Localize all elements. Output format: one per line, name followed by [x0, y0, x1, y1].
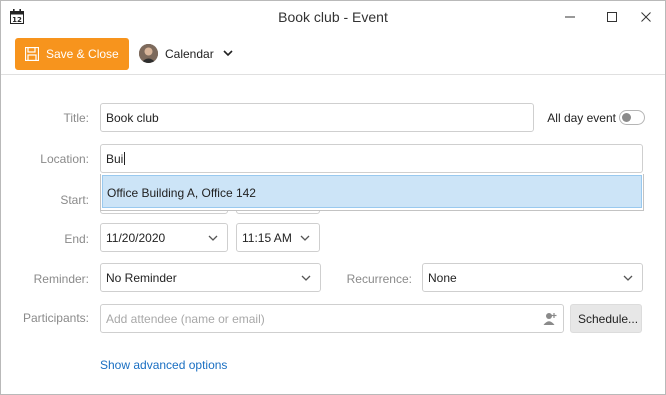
location-suggestion-text: Office Building A, Office 142 — [107, 186, 256, 200]
save-disk-icon — [24, 46, 40, 62]
end-date-value: 11/20/2020 — [106, 231, 166, 245]
add-person-icon[interactable] — [543, 312, 557, 325]
calendar-selector[interactable]: Calendar — [137, 38, 245, 70]
minimize-button[interactable] — [553, 1, 587, 33]
title-label: Title: — [63, 111, 89, 125]
save-close-label: Save & Close — [46, 47, 119, 61]
participants-label: Participants: — [22, 311, 89, 325]
avatar — [139, 44, 158, 63]
event-window: 12 Book club - Event Save & Close Calend… — [0, 0, 666, 395]
attendee-placeholder: Add attendee (name or email) — [106, 312, 265, 326]
chevron-down-icon — [300, 235, 310, 241]
calendar-label: Calendar — [165, 47, 214, 61]
maximize-icon — [607, 12, 617, 22]
location-value: Bui — [106, 152, 126, 166]
schedule-button[interactable]: Schedule... — [570, 304, 642, 333]
chevron-down-icon — [301, 275, 311, 281]
end-date-select[interactable]: 11/20/2020 — [100, 223, 228, 252]
all-day-label: All day event — [547, 111, 616, 125]
end-label: End: — [64, 232, 89, 246]
all-day-toggle[interactable] — [619, 110, 645, 125]
close-button[interactable] — [629, 1, 663, 33]
location-label: Location: — [40, 152, 89, 166]
end-time-select[interactable]: 11:15 AM — [236, 223, 320, 252]
title-bar: 12 Book club - Event — [1, 1, 665, 33]
recurrence-value: None — [428, 271, 457, 285]
save-close-button[interactable]: Save & Close — [15, 38, 129, 70]
text-caret — [124, 152, 126, 165]
reminder-label: Reminder: — [33, 272, 89, 286]
reminder-value: No Reminder — [106, 271, 177, 285]
start-label: Start: — [60, 193, 89, 207]
title-input[interactable]: Book club — [100, 103, 534, 132]
title-value: Book club — [106, 111, 159, 125]
recurrence-label: Recurrence: — [346, 272, 412, 286]
schedule-label: Schedule... — [578, 312, 639, 326]
reminder-select[interactable]: No Reminder — [100, 263, 321, 292]
location-suggestions: Office Building A, Office 142 — [100, 174, 644, 211]
location-suggestion-item[interactable]: Office Building A, Office 142 — [102, 175, 642, 208]
close-icon — [641, 12, 651, 22]
chevron-down-icon — [623, 275, 633, 281]
toolbar: Save & Close Calendar — [1, 33, 665, 75]
chevron-down-icon — [208, 235, 218, 241]
end-time-value: 11:15 AM — [242, 231, 292, 245]
chevron-down-icon — [223, 50, 233, 57]
show-advanced-options-link[interactable]: Show advanced options — [100, 358, 227, 372]
attendee-input[interactable]: Add attendee (name or email) — [100, 304, 564, 333]
location-input[interactable]: Bui — [100, 144, 643, 173]
maximize-button[interactable] — [595, 1, 629, 33]
toggle-knob — [622, 113, 631, 122]
minimize-icon — [565, 16, 575, 18]
recurrence-select[interactable]: None — [422, 263, 643, 292]
